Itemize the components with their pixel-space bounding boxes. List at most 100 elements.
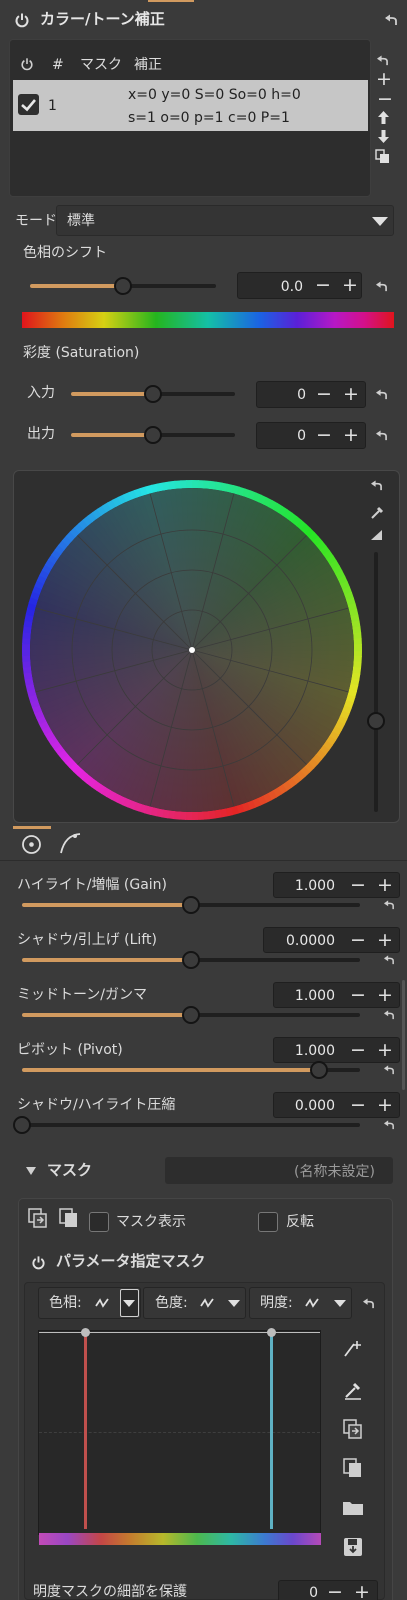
wheel-vertical-slider[interactable] <box>374 552 378 812</box>
sat-input-knob[interactable] <box>144 385 162 403</box>
paste-mask-icon[interactable] <box>59 1208 79 1228</box>
module-title: カラー/トーン補正 <box>40 10 165 28</box>
protect-plus-button[interactable]: + <box>352 1582 372 1600</box>
add-point-icon[interactable] <box>343 1338 363 1358</box>
slider-knob[interactable] <box>182 951 200 969</box>
mask-title: マスク <box>47 1161 93 1179</box>
hue-shift-reset-icon[interactable] <box>375 281 388 292</box>
sat-output-plus-button[interactable]: + <box>341 425 361 445</box>
sat-input-plus-button[interactable]: + <box>341 384 361 404</box>
slider-label: ミッドトーン/ガンマ <box>17 987 148 1003</box>
slider-minus-button[interactable]: − <box>348 1095 368 1115</box>
hue-shift-knob[interactable] <box>114 277 132 295</box>
slider-reset-icon[interactable] <box>383 1065 395 1075</box>
move-down-icon[interactable] <box>377 129 390 144</box>
hue-shift-minus-button[interactable]: − <box>313 275 333 295</box>
sat-output-knob[interactable] <box>144 426 162 444</box>
checkmark-icon <box>21 99 36 112</box>
copy-curve-icon[interactable] <box>343 1419 363 1439</box>
duplicate-layer-icon[interactable] <box>375 149 390 164</box>
slider-plus-button[interactable]: + <box>375 1095 395 1115</box>
mode-select[interactable] <box>56 205 394 236</box>
slider-label: シャドウ/ハイライト圧縮 <box>17 1097 176 1113</box>
param-mask-title: パラメータ指定マスク <box>56 1252 206 1270</box>
slider-plus-button[interactable]: + <box>375 985 395 1005</box>
mode-value: 標準 <box>67 213 95 229</box>
slider-knob[interactable] <box>13 1116 31 1134</box>
invert-checkbox[interactable] <box>258 1212 278 1232</box>
picker-icon[interactable] <box>343 1380 363 1400</box>
slider-minus-button[interactable]: − <box>348 875 368 895</box>
column-number: # <box>52 57 64 73</box>
curve-control-cyan[interactable] <box>270 1333 273 1529</box>
slider-value: 1.000 <box>294 988 335 1004</box>
triangle-icon <box>371 530 382 540</box>
layer-power-icon <box>21 58 33 71</box>
wheel-vertical-knob[interactable] <box>367 712 385 730</box>
layer-number: 1 <box>48 98 57 114</box>
curve-control-red[interactable] <box>84 1333 87 1529</box>
slider-value: 0.0000 <box>286 933 335 949</box>
power-icon[interactable] <box>14 12 30 28</box>
hue-shift-label: 色相のシフト <box>23 245 107 261</box>
slider-value: 1.000 <box>294 878 335 894</box>
slider-knob[interactable] <box>182 896 200 914</box>
layer-checkbox[interactable] <box>18 94 39 115</box>
slider-knob[interactable] <box>310 1061 328 1079</box>
wheel-reset-icon[interactable] <box>370 480 383 491</box>
curve-control-cyan-point[interactable] <box>267 1328 276 1337</box>
slider-plus-button[interactable]: + <box>375 875 395 895</box>
slider-minus-button[interactable]: − <box>348 930 368 950</box>
color-wheel[interactable] <box>22 480 362 820</box>
protect-detail-label: 明度マスクの細部を保護 <box>33 1584 187 1600</box>
slider-plus-button[interactable]: + <box>375 930 395 950</box>
sat-output-reset-icon[interactable] <box>375 430 388 441</box>
slider-minus-button[interactable]: − <box>348 1040 368 1060</box>
slider-reset-icon[interactable] <box>383 900 395 910</box>
curve-icon[interactable] <box>59 832 81 854</box>
add-layer-icon[interactable]: + <box>376 70 392 89</box>
layer-reset-icon[interactable] <box>376 55 389 66</box>
panel-scrollbar[interactable] <box>402 980 405 1090</box>
save-icon[interactable] <box>343 1537 363 1557</box>
slider-label: ピボット (Pivot) <box>17 1042 123 1058</box>
param-mask-power-icon[interactable] <box>31 1255 46 1270</box>
chevron-down-icon <box>372 217 388 226</box>
protect-minus-button[interactable]: − <box>325 1582 345 1600</box>
sat-input-reset-icon[interactable] <box>375 389 388 400</box>
show-mask-checkbox[interactable] <box>89 1212 109 1232</box>
protect-detail-value: 0 <box>309 1585 318 1600</box>
paste-curve-icon[interactable] <box>343 1458 363 1478</box>
folder-icon[interactable] <box>342 1499 364 1517</box>
collapse-triangle-icon[interactable] <box>26 1167 36 1175</box>
show-mask-label: マスク表示 <box>116 1214 186 1230</box>
slider-track[interactable] <box>22 1123 360 1127</box>
slider-minus-button[interactable]: − <box>348 985 368 1005</box>
chevron-down-icon <box>123 1300 135 1307</box>
wheel-icon[interactable] <box>21 834 42 855</box>
move-up-icon[interactable] <box>377 110 390 125</box>
reset-icon[interactable] <box>384 14 398 26</box>
sat-input-minus-button[interactable]: − <box>314 384 334 404</box>
remove-layer-icon[interactable]: − <box>377 90 393 109</box>
slider-plus-button[interactable]: + <box>375 1040 395 1060</box>
slider-reset-icon[interactable] <box>383 955 395 965</box>
slider-reset-icon[interactable] <box>383 1120 395 1130</box>
sat-input-value: 0 <box>297 387 306 403</box>
slider-label: ハイライト/増幅 (Gain) <box>17 877 168 893</box>
slider-knob[interactable] <box>182 1006 200 1024</box>
sat-output-minus-button[interactable]: − <box>314 425 334 445</box>
mask-reset-icon[interactable] <box>362 1298 375 1309</box>
eyedropper-icon[interactable] <box>370 506 384 520</box>
tab-active-indicator <box>13 826 51 829</box>
wheel-center-dot[interactable] <box>189 647 195 653</box>
sat-output-label: 出力 <box>27 426 55 442</box>
slider-reset-icon[interactable] <box>383 1010 395 1020</box>
copy-mask-icon[interactable] <box>28 1208 48 1228</box>
header-accent <box>148 0 194 2</box>
slider-value: 0.000 <box>294 1098 335 1114</box>
curve-mini-icon <box>200 1298 214 1308</box>
hue-shift-plus-button[interactable]: + <box>340 275 360 295</box>
slider-value: 1.000 <box>294 1043 335 1059</box>
curve-control-red-point[interactable] <box>81 1328 90 1337</box>
